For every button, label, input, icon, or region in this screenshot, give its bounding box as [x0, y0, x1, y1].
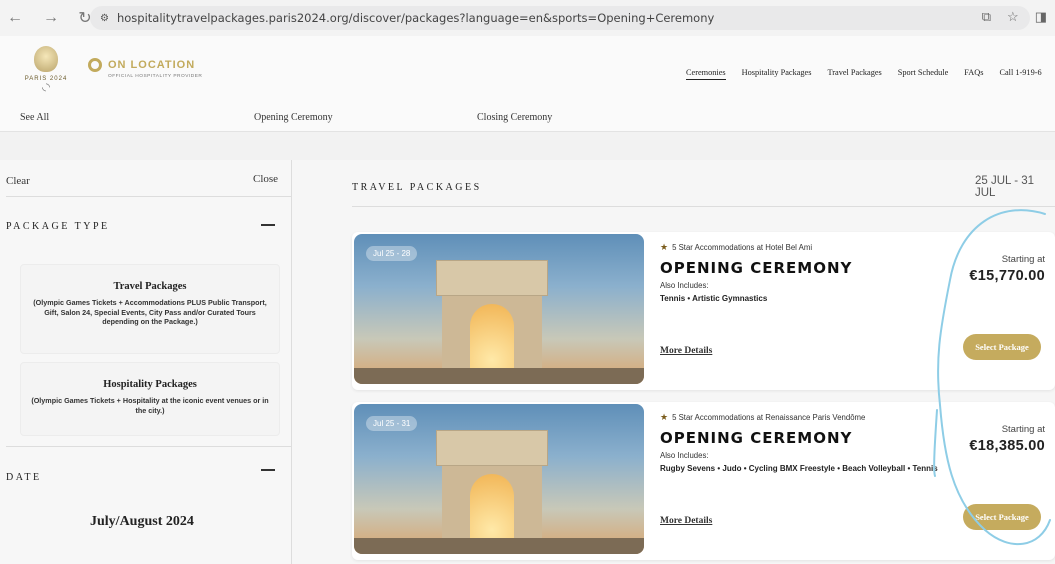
back-icon[interactable]: ←: [4, 9, 26, 27]
price-label: Starting at: [1001, 254, 1045, 265]
on-location-title: ON LOCATION: [108, 59, 196, 71]
option-description: (Olympic Games Tickets + Hospitality at …: [31, 396, 269, 415]
nav-faqs[interactable]: FAQs: [964, 68, 983, 80]
divider: [6, 446, 292, 447]
star-icon: ★: [660, 412, 669, 422]
divider: [352, 206, 1055, 207]
subnav-see-all[interactable]: See All: [20, 112, 49, 123]
on-location-subtitle: OFFICIAL HOSPITALITY PROVIDER: [108, 74, 203, 79]
filter-sidebar: Clear Close PACKAGE TYPE Travel Packages…: [0, 160, 292, 564]
close-filters-button[interactable]: Close: [253, 173, 278, 185]
ceremony-subnav: See All Opening Ceremony Closing Ceremon…: [0, 108, 1055, 132]
also-includes-label: Also Includes:: [660, 451, 709, 460]
price-label: Starting at: [1001, 424, 1045, 435]
main-nav: Ceremonies Hospitality Packages Travel P…: [686, 68, 1042, 80]
subnav-opening-ceremony[interactable]: Opening Ceremony: [254, 112, 333, 123]
browser-toolbar: ← → ↻ ⚙ hospitalitytravelpackages.paris2…: [0, 0, 1055, 36]
package-price: €18,385.00: [969, 438, 1045, 454]
divider: [6, 196, 292, 197]
select-package-button[interactable]: Select Package: [963, 504, 1041, 530]
collapse-date-icon[interactable]: [261, 469, 275, 471]
date-heading: DATE: [6, 472, 42, 483]
collapse-package-type-icon[interactable]: [261, 224, 275, 226]
arc-de-triomphe-image[interactable]: Jul 25 - 31: [354, 404, 644, 554]
paris-2024-logo[interactable]: PARIS 2024 ◟◝: [18, 46, 74, 100]
nav-hospitality-packages[interactable]: Hospitality Packages: [742, 68, 812, 80]
accommodation-text: 5 Star Accommodations at Renaissance Par…: [672, 413, 866, 422]
option-title: Hospitality Packages: [103, 379, 197, 390]
site-header: PARIS 2024 ◟◝ ON LOCATION OFFICIAL HOSPI…: [0, 36, 1055, 108]
option-title: Travel Packages: [113, 281, 187, 292]
section-title: TRAVEL PACKAGES: [352, 182, 482, 193]
travel-packages-option[interactable]: Travel Packages (Olympic Games Tickets +…: [20, 264, 280, 354]
translate-icon[interactable]: ⧉: [982, 9, 991, 25]
nav-travel-packages[interactable]: Travel Packages: [827, 68, 881, 80]
date-badge: Jul 25 - 31: [366, 416, 418, 431]
included-sports: Rugby Sevens • Judo • Cycling BMX Freest…: [660, 464, 938, 473]
more-details-link[interactable]: More Details: [660, 516, 712, 526]
bookmark-star-icon[interactable]: ☆: [1007, 9, 1019, 25]
hospitality-packages-option[interactable]: Hospitality Packages (Olympic Games Tick…: [20, 362, 280, 436]
option-description: (Olympic Games Tickets + Accommodations …: [33, 298, 267, 327]
clear-filters-button[interactable]: Clear: [6, 175, 30, 187]
arch-illustration: [432, 424, 552, 554]
date-range: 25 JUL - 31 JUL: [975, 175, 1035, 199]
package-card: Jul 25 - 31 ★ 5 Star Accommodations at Re…: [352, 402, 1055, 560]
forward-icon[interactable]: →: [40, 9, 62, 27]
side-panel-icon[interactable]: ◨: [1035, 9, 1047, 25]
date-value[interactable]: July/August 2024: [90, 514, 194, 530]
nav-call[interactable]: Call 1-919-6: [999, 68, 1041, 80]
also-includes-label: Also Includes:: [660, 281, 709, 290]
nav-sport-schedule[interactable]: Sport Schedule: [898, 68, 948, 80]
package-card: Jul 25 - 28 ★ 5 Star Accommodations at Ho…: [352, 232, 1055, 390]
package-price: €15,770.00: [969, 268, 1045, 284]
address-bar[interactable]: ⚙ hospitalitytravelpackages.paris2024.or…: [90, 6, 1030, 30]
included-sports: Tennis • Artistic Gymnastics: [660, 294, 768, 303]
nav-ceremonies[interactable]: Ceremonies: [686, 68, 726, 80]
more-details-link[interactable]: More Details: [660, 346, 712, 356]
arc-de-triomphe-image[interactable]: Jul 25 - 28: [354, 234, 644, 384]
site-settings-icon[interactable]: ⚙: [100, 13, 109, 24]
arch-illustration: [432, 254, 552, 384]
package-name: OPENING CEREMONY: [660, 259, 853, 277]
package-name: OPENING CEREMONY: [660, 429, 853, 447]
package-type-heading: PACKAGE TYPE: [6, 221, 110, 232]
paris-flame-icon: [34, 46, 58, 72]
subnav-closing-ceremony[interactable]: Closing Ceremony: [477, 112, 552, 123]
main-content: TRAVEL PACKAGES 25 JUL - 31 JUL Jul 25 -…: [292, 160, 1055, 564]
on-location-ring-icon: [88, 58, 102, 72]
date-badge: Jul 25 - 28: [366, 246, 418, 261]
agitos-icon: ◟◝: [42, 82, 50, 93]
star-icon: ★: [660, 242, 669, 252]
on-location-logo[interactable]: ON LOCATION OFFICIAL HOSPITALITY PROVIDE…: [88, 58, 202, 79]
accommodation-text: 5 Star Accommodations at Hotel Bel Ami: [672, 243, 813, 252]
select-package-button[interactable]: Select Package: [963, 334, 1041, 360]
url-text: hospitalitytravelpackages.paris2024.org/…: [116, 11, 715, 25]
